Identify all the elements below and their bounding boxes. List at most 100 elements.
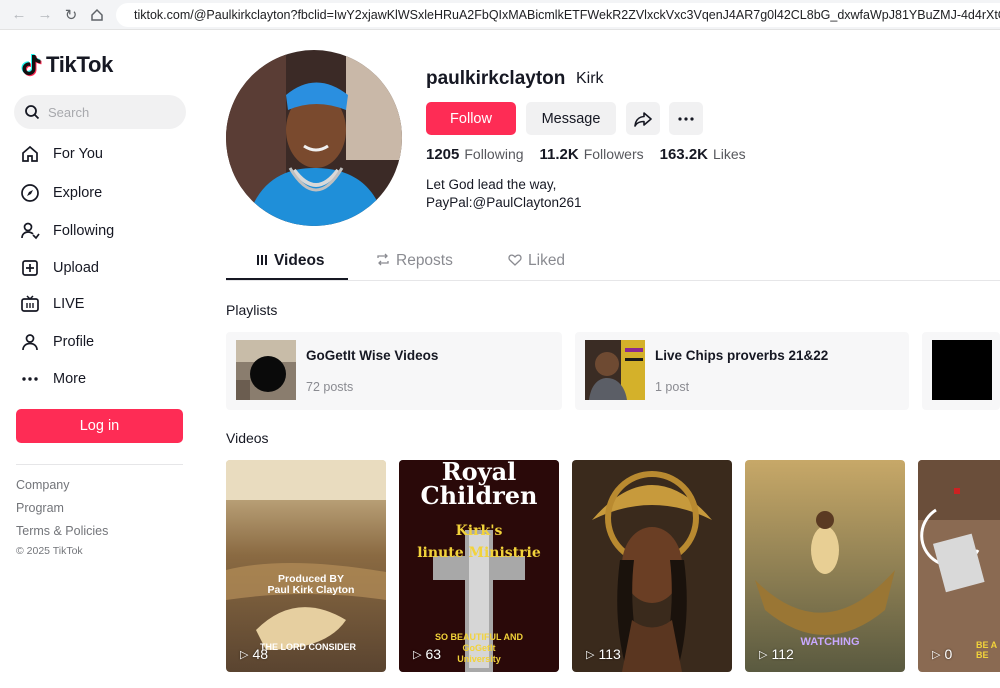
grid-icon <box>256 254 268 269</box>
video-caption-bottom: THE LORD CONSIDER <box>260 642 357 652</box>
sidebar-item-label: LIVE <box>53 296 85 312</box>
play-icon: ▷ <box>240 648 249 661</box>
sidebar-item-more[interactable]: More <box>18 364 188 394</box>
repost-icon <box>376 253 390 269</box>
footer-link-terms[interactable]: Terms & Policies <box>16 524 108 538</box>
home-browser-icon[interactable] <box>84 2 110 28</box>
footer-link-program[interactable]: Program <box>16 501 64 515</box>
view-count: ▷ 113 <box>586 646 621 662</box>
profile-stats: 1205 Following 11.2K Followers 163.2K Li… <box>426 146 762 163</box>
sidebar-item-label: Following <box>53 223 115 239</box>
tab-videos[interactable]: Videos <box>256 252 325 270</box>
likes-label: Likes <box>713 146 746 162</box>
playlists-heading: Playlists <box>226 302 278 318</box>
video-caption-top: Royal Children <box>420 460 538 510</box>
sidebar-item-live[interactable]: LIVE <box>18 289 188 319</box>
footer-link-company[interactable]: Company <box>16 478 70 492</box>
likes-count: 163.2K <box>659 146 708 163</box>
more-dots-icon <box>18 367 42 391</box>
profile-tabs: Videos Reposts Liked <box>226 246 1000 281</box>
share-button[interactable] <box>626 102 660 135</box>
forward-icon[interactable]: → <box>32 2 58 28</box>
follow-button[interactable]: Follow <box>426 102 516 135</box>
play-icon: ▷ <box>586 648 595 661</box>
playlist-count: 1 post <box>655 380 690 394</box>
play-icon: ▷ <box>932 648 941 661</box>
playlist-count: 72 posts <box>306 380 354 394</box>
reload-icon[interactable]: ↻ <box>58 2 84 28</box>
profile-username: paulkirkclayton <box>426 68 566 89</box>
logo-text: TikTok <box>46 52 114 77</box>
search-input[interactable]: Search <box>14 95 186 129</box>
active-tab-indicator <box>226 278 348 280</box>
view-count: ▷ 112 <box>759 646 794 662</box>
video-caption-top: Produced BY Paul Kirk Clayton <box>267 573 355 596</box>
playlist-card[interactable]: Live Chips proverbs 21&22 1 post <box>575 332 909 410</box>
tiktok-logo[interactable]: TikTok <box>20 52 113 78</box>
search-icon <box>25 105 40 120</box>
live-tv-icon <box>18 292 42 316</box>
play-icon: ▷ <box>759 648 768 661</box>
playlist-card[interactable] <box>922 332 1000 410</box>
tab-label: Videos <box>274 252 325 269</box>
video-card[interactable]: Produced BY Paul Kirk Clayton THE LORD C… <box>226 460 386 672</box>
address-bar[interactable]: tiktok.com/@Paulkirkclayton?fbclid=IwY2x… <box>116 3 1000 27</box>
sidebar-item-upload[interactable]: Upload <box>18 253 188 283</box>
sidebar-item-label: Upload <box>53 260 99 276</box>
search-placeholder: Search <box>48 104 90 120</box>
url-text: tiktok.com/@Paulkirkclayton?fbclid=IwY2x… <box>134 8 1000 22</box>
followers-count[interactable]: 11.2K <box>540 146 579 163</box>
sidebar-divider <box>16 464 183 465</box>
sidebar-item-label: Profile <box>53 334 95 350</box>
profile-icon <box>18 330 42 354</box>
compass-icon <box>18 181 42 205</box>
profile-bio: Let God lead the way, PayPal:@PaulClayto… <box>426 176 582 212</box>
view-count: ▷ 48 <box>240 646 269 662</box>
tiktok-note-icon <box>21 54 42 77</box>
sidebar-item-explore[interactable]: Explore <box>18 178 188 208</box>
home-icon <box>18 142 42 166</box>
sidebar-item-label: For You <box>53 146 103 162</box>
following-label: Following <box>464 146 524 162</box>
sidebar: TikTok Search For You Explore Following … <box>0 30 200 688</box>
tab-label: Liked <box>528 252 566 269</box>
more-options-button[interactable] <box>669 102 703 135</box>
playlist-title: Live Chips proverbs 21&22 <box>655 348 829 363</box>
login-button[interactable]: Log in <box>16 409 183 443</box>
sidebar-item-label: Explore <box>53 185 103 201</box>
bio-line: PayPal:@PaulClayton261 <box>426 195 582 210</box>
following-count[interactable]: 1205 <box>426 146 459 163</box>
browser-toolbar: ← → ↻ tiktok.com/@Paulkirkclayton?fbclid… <box>0 0 1000 30</box>
tab-label: Reposts <box>396 252 453 269</box>
playlist-title: GoGetIt Wise Videos <box>306 348 439 363</box>
more-dots-icon <box>678 116 694 121</box>
play-icon: ▷ <box>413 648 422 661</box>
video-card[interactable]: WATCHING ▷ 112 <box>745 460 905 672</box>
sidebar-item-for-you[interactable]: For You <box>18 139 188 169</box>
tab-liked[interactable]: Liked <box>508 252 565 270</box>
following-icon <box>18 219 42 243</box>
sidebar-item-profile[interactable]: Profile <box>18 327 188 357</box>
playlist-thumbnail <box>932 340 992 400</box>
profile-nickname: Kirk <box>576 70 604 87</box>
sidebar-item-following[interactable]: Following <box>18 216 188 246</box>
video-card[interactable]: ▷ 113 <box>572 460 732 672</box>
video-card[interactable]: BE A BE ▷ 0 <box>918 460 1000 672</box>
copyright: © 2025 TikTok <box>16 545 83 557</box>
back-icon[interactable]: ← <box>6 2 32 28</box>
share-icon <box>634 111 652 127</box>
video-caption-bottom: WATCHING <box>800 636 860 648</box>
videos-heading: Videos <box>226 430 269 446</box>
video-card[interactable]: Royal Children Kirk's linute Ministrie S… <box>399 460 559 672</box>
tab-reposts[interactable]: Reposts <box>376 252 453 270</box>
playlist-thumbnail <box>236 340 296 400</box>
avatar[interactable] <box>226 50 402 226</box>
playlist-card[interactable]: GoGetIt Wise Videos 72 posts <box>226 332 562 410</box>
upload-icon <box>18 256 42 280</box>
message-button[interactable]: Message <box>526 102 616 135</box>
view-count: ▷ 0 <box>932 646 953 662</box>
followers-label: Followers <box>583 146 644 162</box>
heart-icon <box>508 254 522 269</box>
sidebar-item-label: More <box>53 371 87 387</box>
playlist-thumbnail <box>585 340 645 400</box>
